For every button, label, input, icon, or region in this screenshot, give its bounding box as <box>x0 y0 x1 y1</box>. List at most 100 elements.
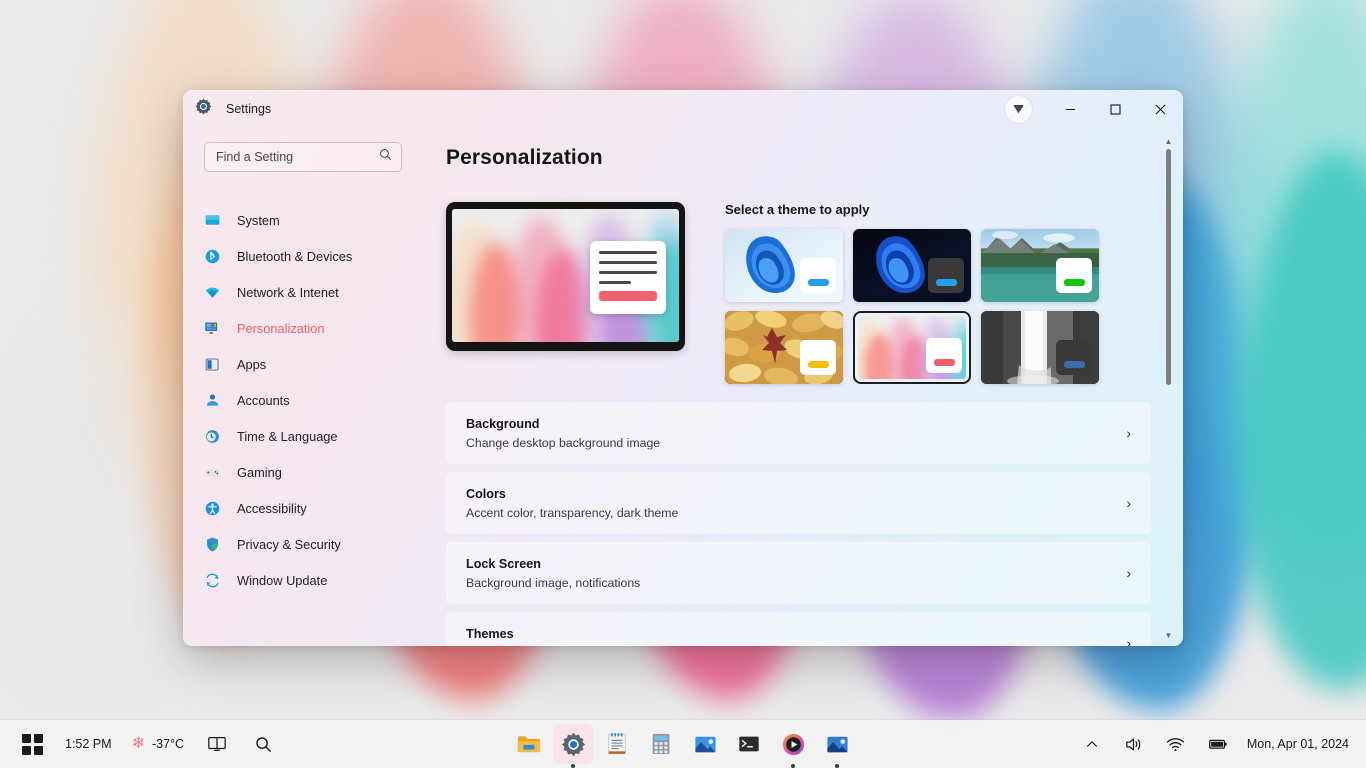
clock-globe-icon <box>204 428 221 445</box>
taskbar-apps <box>509 724 857 768</box>
theme-card-colorful-ink[interactable] <box>853 311 971 384</box>
window-body: System Bluetooth & Devices Network & Int… <box>183 128 1183 646</box>
maximize-button[interactable] <box>1093 90 1138 128</box>
row-texts: Lock Screen Background image, notificati… <box>466 557 1116 590</box>
sidebar-nav: System Bluetooth & Devices Network & Int… <box>183 202 420 598</box>
theme-grid <box>725 229 1151 384</box>
row-title: Themes <box>466 626 514 641</box>
theme-picker: Select a theme to apply <box>725 202 1151 384</box>
chevron-right-icon: › <box>1126 425 1131 441</box>
chevron-up-icon <box>1086 741 1097 747</box>
task-view-button[interactable] <box>197 724 237 764</box>
theme-accent-bar <box>807 279 829 286</box>
theme-accent-bar <box>1063 279 1085 286</box>
content-scrollbar[interactable]: ▲ ▼ <box>1162 138 1175 640</box>
desktop: Settings Find a Setting System Bluetooth… <box>0 0 1366 768</box>
settings-row-lock-screen[interactable]: Lock Screen Background image, notificati… <box>446 542 1151 604</box>
sidebar-item-window-update[interactable]: Window Update <box>183 562 420 598</box>
search-button[interactable] <box>243 724 283 764</box>
start-button[interactable] <box>12 724 52 764</box>
row-subtitle: Customize window theme <box>466 646 1116 647</box>
sidebar-item-apps[interactable]: Apps <box>183 346 420 382</box>
sidebar-item-label: Network & Intenet <box>237 284 339 300</box>
wifi-icon <box>1167 737 1185 751</box>
media-player-icon[interactable] <box>773 724 813 768</box>
sidebar-item-time-language[interactable]: Time & Language <box>183 418 420 454</box>
desktop-preview-monitor <box>446 202 685 351</box>
theme-accent-bar <box>807 361 829 368</box>
scroll-up-arrow-icon[interactable]: ▲ <box>1165 138 1173 146</box>
sidebar-item-bluetooth-devices[interactable]: Bluetooth & Devices <box>183 238 420 274</box>
scrollbar-track[interactable] <box>1162 149 1175 629</box>
content-area: Personalization Select a theme to apply … <box>420 128 1183 646</box>
scrollbar-thumb[interactable] <box>1166 149 1171 385</box>
sidebar-item-gaming[interactable]: Gaming <box>183 454 420 490</box>
sidebar-item-network-internet[interactable]: Network & Intenet <box>183 274 420 310</box>
theme-picker-heading: Select a theme to apply <box>725 202 870 217</box>
taskbar-date: Mon, Apr 01, 2024 <box>1246 737 1349 751</box>
taskbar-time: 1:52 PM <box>65 737 112 751</box>
shield-lock-icon <box>204 536 221 553</box>
sidebar-item-label: Personalization <box>237 320 325 336</box>
settings-row-themes[interactable]: Themes Customize window theme › <box>446 612 1151 646</box>
settings-gear-icon[interactable] <box>553 724 593 768</box>
windows-start-icon <box>21 733 43 755</box>
row-texts: Colors Accent color, transparency, dark … <box>466 487 1116 520</box>
row-subtitle: Background image, notifications <box>466 575 641 590</box>
row-title: Background <box>466 416 540 431</box>
notepad-icon[interactable] <box>597 724 637 764</box>
settings-list: Background Change desktop background ima… <box>446 402 1151 646</box>
sidebar-item-accounts[interactable]: Accounts <box>183 382 420 418</box>
settings-row-background[interactable]: Background Change desktop background ima… <box>446 402 1151 464</box>
theme-card-autumn-leaves[interactable] <box>725 311 843 384</box>
settings-row-colors[interactable]: Colors Accent color, transparency, dark … <box>446 472 1151 534</box>
sidebar-item-privacy-security[interactable]: Privacy & Security <box>183 526 420 562</box>
preview-window-card <box>590 241 666 314</box>
theme-mini-window <box>800 258 836 293</box>
date-button[interactable]: Mon, Apr 01, 2024 <box>1240 724 1356 764</box>
sidebar-item-label: Time & Language <box>237 428 338 444</box>
weather-widget[interactable]: ❄ -37°C <box>125 724 192 764</box>
preview-line <box>599 271 657 274</box>
sidebar-item-label: Gaming <box>237 464 282 480</box>
wifi-button[interactable] <box>1156 724 1196 764</box>
tray-expand-button[interactable] <box>1072 724 1112 764</box>
preview-accent-button <box>599 291 657 302</box>
accessibility-person-icon <box>204 500 221 517</box>
volume-button[interactable] <box>1114 724 1154 764</box>
search-input[interactable] <box>216 150 379 164</box>
clock-button[interactable]: 1:52 PM <box>58 724 119 764</box>
paint-icon[interactable] <box>817 724 857 768</box>
battery-button[interactable] <box>1198 724 1238 764</box>
terminal-icon[interactable] <box>729 724 769 764</box>
theme-card-windows-bloom-dark[interactable] <box>853 229 971 302</box>
sidebar-item-accessibility[interactable]: Accessibility <box>183 490 420 526</box>
taskbar: 1:52 PM ❄ -37°C Mon, Apr 01, 2024 <box>0 720 1366 768</box>
photos-icon[interactable] <box>685 724 725 764</box>
minimize-button[interactable] <box>1048 90 1093 128</box>
theme-card-mountain-lake[interactable] <box>981 229 1099 302</box>
sidebar-item-system[interactable]: System <box>183 202 420 238</box>
apps-icon <box>204 356 221 373</box>
preview-screen <box>452 209 679 342</box>
user-avatar-icon[interactable] <box>1005 95 1032 123</box>
preview-line <box>599 251 657 254</box>
chevron-right-icon: › <box>1126 495 1131 511</box>
row-subtitle: Accent color, transparency, dark theme <box>466 505 679 520</box>
file-explorer-icon[interactable] <box>509 724 549 764</box>
theme-card-waterfall-mono[interactable] <box>981 311 1099 384</box>
bluetooth-icon <box>204 248 221 265</box>
scroll-down-arrow-icon[interactable]: ▼ <box>1165 632 1173 640</box>
update-refresh-icon <box>204 572 221 589</box>
snowflake-icon: ❄ <box>131 735 145 752</box>
calculator-icon[interactable] <box>641 724 681 764</box>
search-box[interactable] <box>204 142 402 172</box>
theme-card-windows-bloom-light[interactable] <box>725 229 843 302</box>
close-button[interactable] <box>1138 90 1183 128</box>
task-view-icon <box>208 737 226 751</box>
taskbar-left: 1:52 PM ❄ -37°C <box>0 724 283 764</box>
sidebar-item-label: Privacy & Security <box>237 536 341 552</box>
window-controls <box>1005 90 1183 128</box>
sidebar-item-personalization[interactable]: Personalization <box>183 310 420 346</box>
row-texts: Themes Customize window theme <box>466 627 1116 647</box>
